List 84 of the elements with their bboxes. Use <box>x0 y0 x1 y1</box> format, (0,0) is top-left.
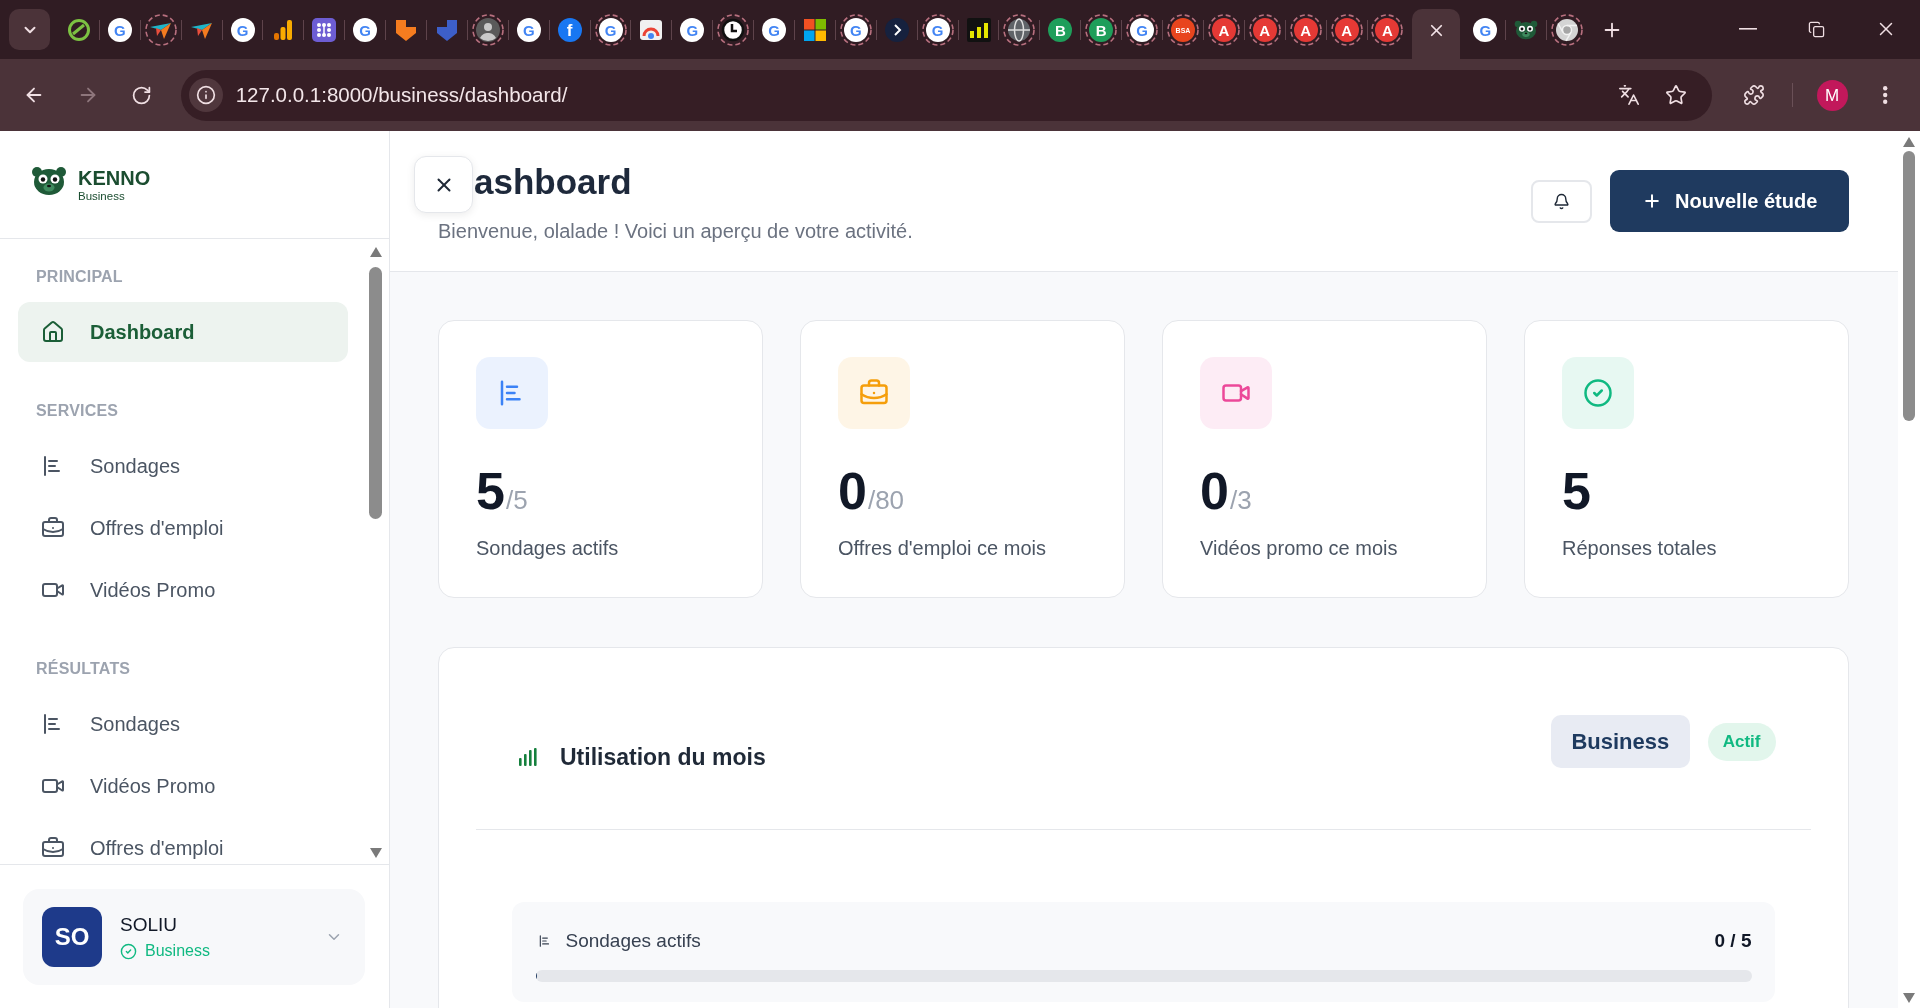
letter-logo-icon: G <box>1473 18 1498 42</box>
stat-value: 5 <box>476 465 505 517</box>
nav-item[interactable]: Vidéos Promo <box>18 756 348 816</box>
house-icon <box>41 320 65 344</box>
initials-avatar: SO <box>42 907 102 967</box>
stat-label: Vidéos promo ce mois <box>1200 536 1398 561</box>
bear-logo-icon <box>31 166 67 196</box>
star-icon <box>1664 84 1687 106</box>
browser-tab[interactable]: G <box>222 9 263 51</box>
reload-icon <box>131 84 153 106</box>
scroll-up-icon[interactable] <box>369 247 382 257</box>
nav-item[interactable]: Offres d'emploi <box>18 818 348 864</box>
letter-logo-icon: G <box>762 18 787 42</box>
stat-limit: /5 <box>505 487 528 513</box>
welcome-text: Bienvenue, olalade ! Voici un aperçu de votre activité. <box>438 219 913 244</box>
nav-item[interactable]: Vidéos Promo <box>18 560 348 620</box>
check-circle-icon <box>120 942 137 960</box>
plan-label: Business <box>145 941 210 961</box>
letter-logo-icon: G <box>516 18 541 42</box>
stat-value: 5 <box>1562 465 1591 517</box>
meter-label: Sondages actifs <box>565 929 701 953</box>
briefcase-icon <box>41 516 65 540</box>
stat-label: Sondages actifs <box>476 536 619 561</box>
minimize-icon <box>1738 28 1757 30</box>
browser-tab[interactable]: G <box>345 9 386 51</box>
browser-tab[interactable] <box>1412 9 1461 59</box>
scroll-thumb[interactable] <box>1903 151 1915 421</box>
bell-icon <box>1553 192 1570 210</box>
status-badge: Actif <box>1707 722 1776 761</box>
letter-logo-icon: G <box>230 18 255 42</box>
puzzle-icon <box>1742 84 1765 106</box>
section-title: Utilisation du mois <box>560 743 766 771</box>
close-button[interactable] <box>414 156 473 213</box>
new-study-button[interactable]: Nouvelle étude <box>1610 170 1849 232</box>
plan-badge: Business <box>1550 715 1690 768</box>
scroll-thumb[interactable] <box>369 267 382 519</box>
tab-list-button[interactable] <box>9 9 50 50</box>
user-card[interactable]: SO SOLIU Business <box>23 889 365 985</box>
letter-logo-icon: G <box>353 18 378 42</box>
info-icon <box>195 85 216 105</box>
profile-avatar[interactable]: M <box>1816 79 1848 111</box>
browser-tab[interactable]: G <box>1465 9 1506 51</box>
scroll-up-icon[interactable] <box>1903 137 1915 147</box>
letter-logo-icon: B <box>1048 18 1073 42</box>
translate-icon <box>1617 84 1640 106</box>
horizontal-bars-icon <box>537 934 552 948</box>
browser-tab[interactable]: G <box>672 9 713 51</box>
scroll-down-icon[interactable] <box>1903 993 1915 1003</box>
nav-item[interactable]: Sondages <box>18 436 348 496</box>
brand-name: KENNO <box>78 166 151 189</box>
section-label: PRINCIPAL <box>36 267 123 287</box>
section-label: SERVICES <box>36 401 119 421</box>
nav-item[interactable]: Sondages <box>18 694 348 754</box>
stat-value: 0 <box>1200 465 1229 517</box>
scroll-down-icon[interactable] <box>369 848 382 858</box>
notifications-button[interactable] <box>1531 179 1592 223</box>
address-bar[interactable]: 127.0.0.1:8000/business/dashboard/ <box>180 69 1712 121</box>
plus-icon <box>1642 191 1662 211</box>
nav-item[interactable]: Dashboard <box>18 302 348 362</box>
stat-label: Réponses totales <box>1562 536 1717 561</box>
browser-tab[interactable]: G <box>99 9 140 51</box>
browser-tab[interactable]: f <box>549 9 590 51</box>
site-info-button[interactable] <box>188 78 223 112</box>
letter-logo-icon: f <box>557 18 582 42</box>
browser-tab[interactable]: B <box>1040 9 1081 51</box>
brand-tagline: Business <box>78 188 126 203</box>
meter-reading: 0 / 5 <box>1714 929 1752 953</box>
section-label: RÉSULTATS <box>36 659 131 679</box>
stat-limit: /80 <box>867 487 905 513</box>
letter-logo-icon: G <box>680 18 705 42</box>
stat-label: Offres d'emploi ce mois <box>838 536 1046 561</box>
letter-logo-icon: G <box>107 18 132 42</box>
page-title: ashboard <box>474 161 632 203</box>
stat-limit: /3 <box>1229 487 1252 513</box>
url-text: 127.0.0.1:8000/business/dashboard/ <box>235 82 568 108</box>
user-name: SOLIU <box>120 913 178 937</box>
briefcase-icon <box>41 836 65 860</box>
more-vertical-icon <box>1883 86 1888 104</box>
browser-tab[interactable]: G <box>754 9 795 51</box>
restore-window-icon <box>1808 20 1825 38</box>
bar-chart-icon <box>518 747 538 767</box>
nav-item[interactable]: Offres d'emploi <box>18 498 348 558</box>
stat-value: 0 <box>838 465 867 517</box>
browser-tab[interactable]: G <box>508 9 549 51</box>
